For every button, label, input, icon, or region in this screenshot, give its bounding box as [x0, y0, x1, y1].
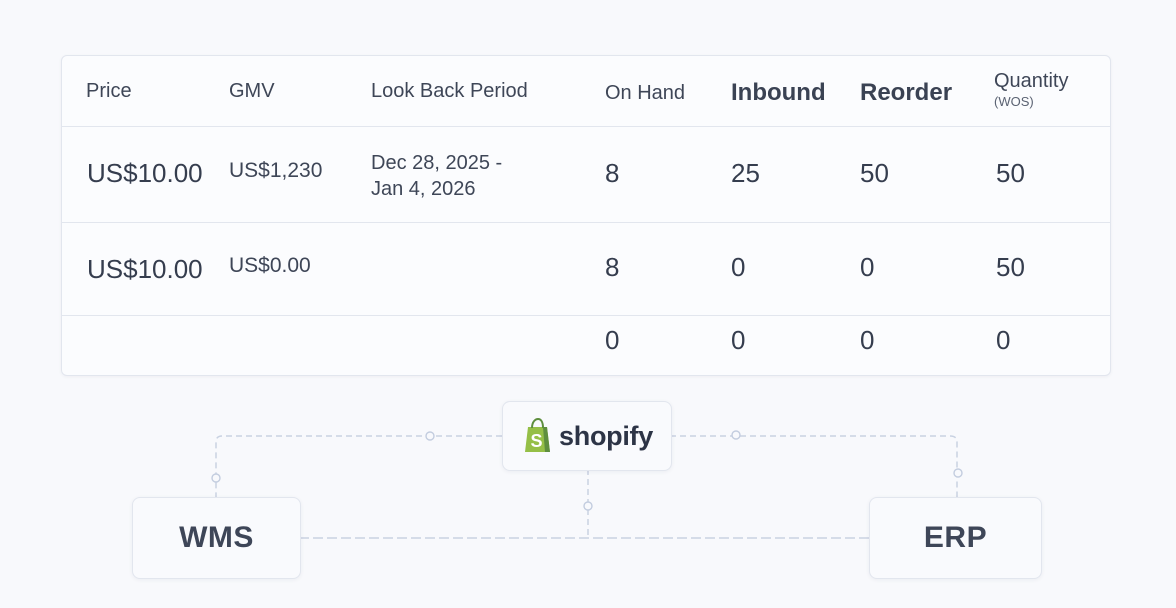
header-reorder: Reorder: [860, 79, 953, 106]
wms-node[interactable]: WMS: [132, 497, 301, 579]
cell-gmv: US$1,230: [229, 159, 323, 182]
header-inbound: Inbound: [731, 79, 826, 106]
header-look-back-period: Look Back Period: [371, 80, 528, 102]
table-header-row: Price GMV Look Back Period On Hand Inbou…: [62, 56, 1110, 127]
cell-on-hand: 8: [605, 252, 620, 282]
header-quantity-label: Quantity: [994, 70, 1069, 92]
cell-reorder: 0: [860, 325, 875, 355]
shopify-erp-connector: [670, 435, 958, 497]
cell-on-hand: 0: [605, 325, 620, 355]
cell-quantity: 50: [996, 158, 1025, 188]
inventory-table: Price GMV Look Back Period On Hand Inbou…: [61, 55, 1111, 376]
shopify-node[interactable]: S shopify: [502, 401, 672, 471]
header-quantity: Quantity (WOS): [994, 70, 1068, 108]
connector-node: [953, 468, 963, 478]
header-on-hand: On Hand: [605, 82, 686, 104]
shopify-label: shopify: [559, 420, 653, 451]
connector-node: [211, 473, 221, 483]
cell-look-back-period: Dec 28, 2025 - Jan 4, 2026: [371, 150, 502, 202]
header-quantity-unit: (WOS): [994, 94, 1034, 109]
period-start: Dec 28, 2025 -: [371, 152, 503, 174]
cell-gmv: US$0.00: [229, 254, 311, 277]
cell-reorder: 50: [860, 158, 889, 188]
table-row[interactable]: US$10.00 US$1,230 Dec 28, 2025 - Jan 4, …: [62, 126, 1110, 223]
header-gmv: GMV: [229, 80, 275, 102]
cell-reorder: 0: [860, 252, 875, 282]
connector-node: [731, 430, 741, 440]
cell-inbound: 0: [731, 325, 746, 355]
period-end: Jan 4, 2026: [371, 178, 476, 200]
wms-label: WMS: [179, 521, 254, 554]
cell-quantity: 0: [996, 325, 1011, 355]
header-price: Price: [86, 80, 132, 102]
cell-on-hand: 8: [605, 158, 620, 188]
shopify-wms-connector: [215, 435, 502, 497]
erp-node[interactable]: ERP: [869, 497, 1042, 579]
table-row[interactable]: 0 0 0 0: [62, 315, 1110, 375]
connector-node: [425, 431, 435, 441]
shopify-bag-icon: S: [521, 418, 555, 454]
cell-price: US$10.00: [87, 254, 203, 284]
svg-text:S: S: [531, 431, 543, 451]
cell-price: US$10.00: [87, 158, 203, 188]
erp-label: ERP: [923, 521, 988, 554]
cell-inbound: 0: [731, 252, 746, 282]
table-row[interactable]: US$10.00 US$0.00 8 0 0 50: [62, 222, 1110, 316]
cell-quantity: 50: [996, 252, 1025, 282]
cell-inbound: 25: [731, 158, 760, 188]
connector-node: [583, 501, 593, 511]
